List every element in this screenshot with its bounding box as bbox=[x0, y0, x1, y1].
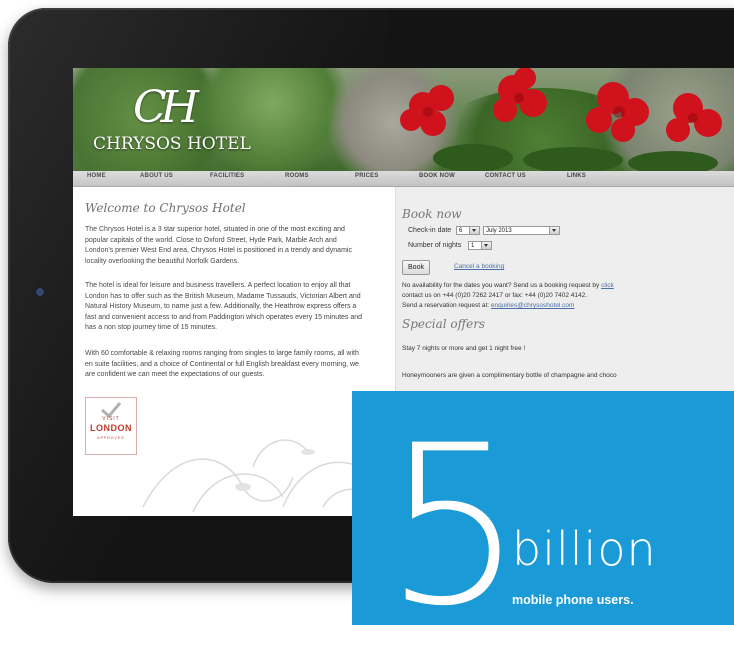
paragraph-line: popular capitals of the world. Close to … bbox=[85, 236, 337, 244]
reservation-line: Send a reservation request at: enquiries… bbox=[402, 302, 574, 309]
paragraph-line: are confident we can meet the expectatio… bbox=[85, 371, 265, 378]
location-paragraph: The hotel is ideal for leisure and busin… bbox=[85, 281, 391, 334]
flower-image bbox=[400, 68, 722, 171]
promo-unit: billion bbox=[512, 522, 657, 576]
nav-facilities[interactable]: FACILITIES bbox=[210, 173, 244, 179]
reservation-prefix: Send a reservation request at: bbox=[402, 302, 490, 309]
book-now-title: Book now bbox=[402, 207, 462, 221]
paragraph-line: The Chrysos Hotel is a 3 star superior h… bbox=[85, 226, 345, 233]
paragraph-line: London has to offer such as the British … bbox=[85, 292, 361, 300]
paragraph-line: The hotel is ideal for leisure and busin… bbox=[85, 282, 351, 289]
contact-line: contact us on +44 (0)20 7262 2417 or fax… bbox=[402, 292, 588, 299]
promo-number: 5 bbox=[384, 398, 524, 654]
nights-select[interactable]: 1 bbox=[468, 241, 492, 250]
paragraph-line: fast and convenient access to and from P… bbox=[85, 313, 363, 321]
chevron-down-icon bbox=[469, 227, 479, 234]
main-nav: HOME ABOUT US FACILITIES ROOMS PRICES BO… bbox=[73, 171, 734, 187]
reservation-email-link[interactable]: enquiries@chrysoshotel.com bbox=[491, 302, 575, 309]
paragraph-line: London's premier West End area, Chrysos … bbox=[85, 247, 352, 254]
special-offers-title: Special offers bbox=[402, 317, 486, 331]
paragraph-line: locality overlooking the beautiful Norfo… bbox=[85, 257, 240, 265]
nav-prices[interactable]: PRICES bbox=[355, 173, 379, 179]
hotel-logo-monogram: CH bbox=[133, 82, 199, 133]
chevron-down-icon bbox=[549, 227, 559, 234]
checkin-day-select[interactable]: 6 bbox=[456, 226, 480, 235]
checkin-day-value: 6 bbox=[459, 228, 463, 234]
visit-london-badge[interactable]: VISIT LONDON APPROVED bbox=[85, 397, 137, 455]
nav-book-now[interactable]: BOOK NOW bbox=[419, 173, 455, 179]
badge-top-text: VISIT bbox=[102, 416, 120, 422]
chevron-down-icon bbox=[481, 242, 491, 249]
welcome-title: Welcome to Chrysos Hotel bbox=[85, 201, 246, 215]
nav-rooms[interactable]: ROOMS bbox=[285, 173, 309, 179]
nav-home[interactable]: HOME bbox=[87, 173, 106, 179]
availability-text: No availability for the dates you want? … bbox=[402, 282, 614, 289]
badge-main-text: LONDON bbox=[90, 423, 132, 433]
hotel-banner: CH Chrysos Hotel bbox=[73, 68, 734, 171]
booking-request-link[interactable]: click bbox=[601, 282, 614, 289]
paragraph-line: Natural History Museum, to name just a f… bbox=[85, 303, 357, 310]
offer-item: Honeymooners are given a complimentary b… bbox=[402, 372, 617, 379]
camera-icon bbox=[35, 287, 45, 297]
nav-contact-us[interactable]: CONTACT US bbox=[485, 173, 526, 179]
checkin-month-select[interactable]: July 2013 bbox=[483, 226, 560, 235]
offer-item: Stay 7 nights or more and get 1 night fr… bbox=[402, 345, 526, 352]
paragraph-line: has a non stop journey time of 15 minute… bbox=[85, 324, 217, 331]
nav-about-us[interactable]: ABOUT US bbox=[140, 173, 173, 179]
book-button[interactable]: Book bbox=[402, 260, 430, 275]
paragraph-line: With 60 comfortable & relaxing rooms ran… bbox=[85, 350, 359, 357]
availability-line: No availability for the dates you want? … bbox=[402, 282, 600, 289]
checkin-label: Check-in date bbox=[408, 227, 452, 234]
welcome-section: Welcome to Chrysos Hotel The Chrysos Hot… bbox=[73, 187, 395, 516]
badge-bottom-text: APPROVED bbox=[97, 436, 125, 440]
rooms-paragraph: With 60 comfortable & relaxing rooms ran… bbox=[85, 349, 391, 381]
intro-paragraph: The Chrysos Hotel is a 3 star superior h… bbox=[85, 225, 391, 267]
checkin-month-value: July 2013 bbox=[486, 228, 512, 234]
cancel-booking-link[interactable]: Cancel a booking bbox=[454, 263, 504, 270]
nav-links[interactable]: LINKS bbox=[567, 173, 586, 179]
hotel-logo-text: Chrysos Hotel bbox=[93, 134, 251, 154]
nights-label: Number of nights bbox=[408, 242, 462, 249]
promo-caption: mobile phone users. bbox=[512, 593, 634, 607]
nights-value: 1 bbox=[471, 243, 475, 249]
paragraph-line: en suite facilities, and a choice of Con… bbox=[85, 360, 359, 368]
